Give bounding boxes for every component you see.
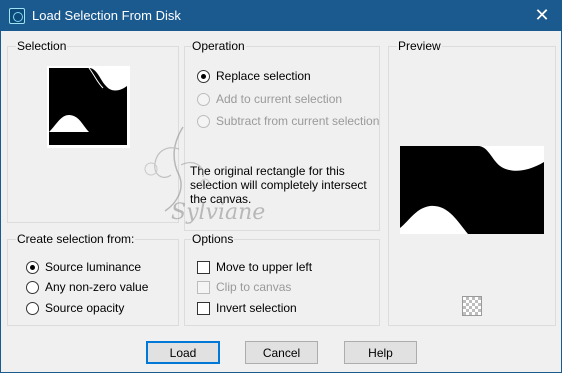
checkbox-indicator[interactable]: [197, 260, 210, 274]
window-title: Load Selection From Disk: [32, 8, 181, 23]
move-to-upper-left-label: Move to upper left: [216, 260, 313, 274]
operation-group-label: Operation: [191, 39, 246, 53]
selection-group-label: Selection: [16, 39, 68, 53]
checkbox-indicator[interactable]: [197, 301, 210, 315]
preview-image: [400, 146, 544, 234]
any-non-zero-radio[interactable]: Any non-zero value: [26, 278, 148, 296]
move-to-upper-left-checkbox[interactable]: Move to upper left: [197, 258, 312, 276]
replace-selection-label: Replace selection: [216, 69, 311, 83]
source-luminance-label: Source luminance: [45, 260, 142, 274]
any-non-zero-label: Any non-zero value: [45, 280, 149, 294]
transparency-checker-icon[interactable]: [462, 296, 482, 316]
selection-app-icon: [9, 8, 25, 24]
intersect-message: The original rectangle for this selectio…: [190, 164, 367, 206]
add-to-selection-radio[interactable]: Add to current selection: [197, 90, 342, 108]
subtract-from-selection-label: Subtract from current selection: [216, 114, 380, 128]
radio-indicator[interactable]: [26, 280, 39, 294]
help-button[interactable]: Help: [344, 341, 417, 364]
source-luminance-radio[interactable]: Source luminance: [26, 258, 141, 276]
invert-selection-label: Invert selection: [216, 301, 297, 315]
radio-indicator[interactable]: [197, 92, 210, 106]
source-opacity-label: Source opacity: [45, 301, 125, 315]
clip-to-canvas-label: Clip to canvas: [216, 280, 292, 294]
selection-thumbnail: [47, 66, 130, 148]
radio-indicator[interactable]: [197, 114, 210, 128]
radio-indicator[interactable]: [26, 301, 39, 315]
radio-indicator[interactable]: [197, 69, 210, 83]
clip-to-canvas-checkbox[interactable]: Clip to canvas: [197, 278, 291, 296]
invert-selection-checkbox[interactable]: Invert selection: [197, 299, 297, 317]
load-button[interactable]: Load: [146, 341, 220, 364]
preview-canvas: [400, 146, 544, 234]
radio-indicator[interactable]: [26, 260, 39, 274]
options-group-label: Options: [191, 232, 235, 246]
title-bar[interactable]: Load Selection From Disk ✕: [1, 1, 561, 31]
selection-thumbnail-image: [49, 67, 127, 145]
subtract-from-selection-radio[interactable]: Subtract from current selection: [197, 112, 379, 130]
checkbox-indicator[interactable]: [197, 280, 210, 294]
replace-selection-radio[interactable]: Replace selection: [197, 67, 311, 85]
dialog-window: Load Selection From Disk ✕ Selection Ope…: [0, 0, 562, 373]
preview-group-label: Preview: [397, 39, 442, 53]
create-from-group-label: Create selection from:: [16, 232, 136, 246]
source-opacity-radio[interactable]: Source opacity: [26, 299, 124, 317]
add-to-selection-label: Add to current selection: [216, 92, 343, 106]
close-button[interactable]: ✕: [529, 4, 555, 28]
cancel-button[interactable]: Cancel: [245, 341, 318, 364]
